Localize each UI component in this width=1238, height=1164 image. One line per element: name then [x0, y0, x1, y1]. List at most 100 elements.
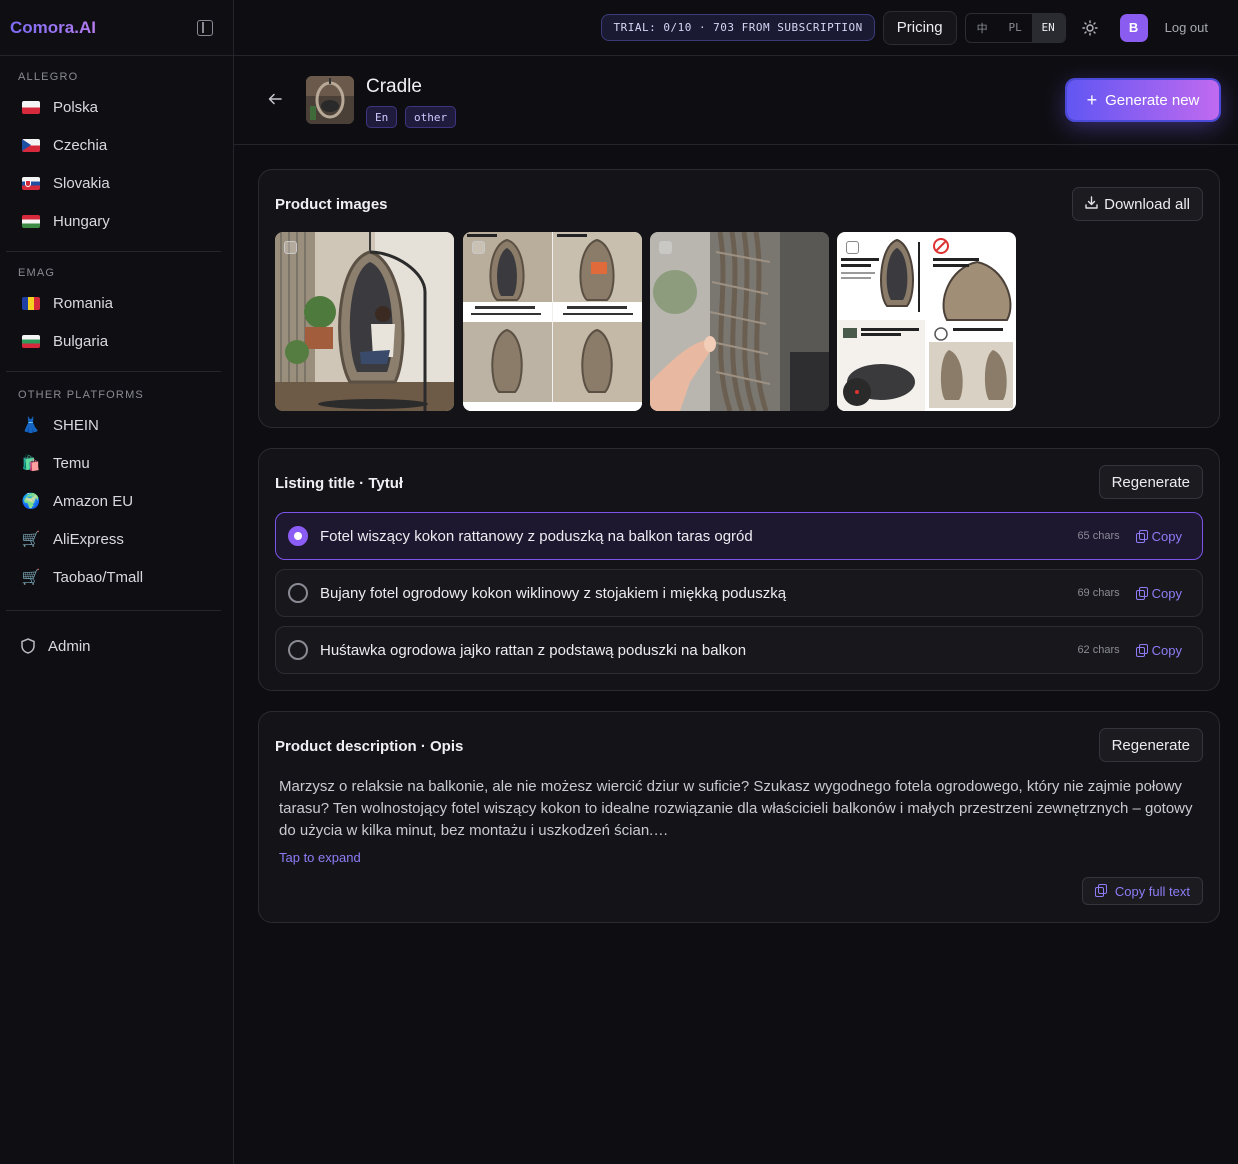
sidebar-item-label: Taobao/Tmall [53, 568, 144, 586]
sidebar-item-polska[interactable]: Polska [0, 88, 233, 126]
description-text: Marzysz o relaksie na balkonie, ale nie … [279, 778, 1193, 839]
lang-pl-button[interactable]: PL [999, 14, 1032, 42]
cart-icon: 🛒 [21, 569, 41, 586]
product-title: Cradle [366, 76, 422, 97]
flag-romania-icon [20, 296, 42, 310]
sidebar-item-amazon-eu[interactable]: 🌍 Amazon EU [0, 482, 233, 520]
copy-full-text-button[interactable]: Copy full text [1081, 877, 1203, 905]
flag-poland-icon [20, 100, 42, 114]
sidebar-item-romania[interactable]: Romania [0, 284, 233, 322]
lang-zh-button[interactable]: 中 [966, 14, 999, 42]
sidebar-item-taobao[interactable]: 🛒 Taobao/Tmall [0, 558, 233, 596]
generate-new-label: Generate new [1105, 91, 1200, 109]
image-select-checkbox[interactable] [659, 241, 672, 254]
product-description-card: Product description · Opis Regenerate Ma… [258, 711, 1220, 923]
product-image-2[interactable] [463, 232, 642, 411]
flag-slovakia-icon [20, 176, 42, 190]
sidebar: Comora.AI ALLEGRO Polska Czechia Slovaki… [0, 0, 234, 1164]
cart-icon: 🛒 [21, 531, 41, 548]
sidebar-item-slovakia[interactable]: Slovakia [0, 164, 233, 202]
logout-link[interactable]: Log out [1165, 20, 1208, 35]
char-count: 62 chars [1077, 644, 1120, 656]
radio-unselected[interactable] [288, 640, 308, 660]
char-count: 65 chars [1077, 530, 1120, 542]
tag-chip-language: En [366, 106, 398, 128]
copy-icon [1135, 643, 1148, 657]
regenerate-title-button[interactable]: Regenerate [1098, 465, 1203, 499]
dress-icon: 👗 [21, 417, 41, 434]
sidebar-item-shein[interactable]: 👗 SHEIN [0, 406, 233, 444]
radio-selected[interactable] [288, 526, 308, 546]
flag-czechia-icon [20, 138, 42, 152]
theme-toggle-icon[interactable] [1081, 19, 1098, 36]
product-image-1[interactable] [275, 232, 454, 411]
download-all-button[interactable]: Download all [1072, 187, 1203, 221]
title-option[interactable]: Huśtawka ogrodowa jajko rattan z podstaw… [275, 626, 1203, 674]
language-switcher: 中 PL EN [964, 12, 1066, 43]
copy-button[interactable]: Copy [1135, 528, 1182, 544]
section-label-emag: EMAG [18, 267, 56, 279]
card-title: Product images [275, 196, 388, 213]
copy-icon [1135, 529, 1148, 543]
tap-to-expand-link[interactable]: Tap to expand [279, 850, 361, 865]
lang-en-button[interactable]: EN [1031, 13, 1065, 42]
shield-icon [20, 638, 36, 654]
sidebar-item-label: Admin [48, 637, 91, 655]
listing-title-card: Listing title · Tytuł Regenerate Fotel w… [258, 448, 1220, 691]
copy-label: Copy [1151, 528, 1182, 544]
copy-button[interactable]: Copy [1135, 642, 1182, 658]
sidebar-item-label: Temu [53, 454, 90, 472]
title-option[interactable]: Fotel wiszący kokon rattanowy z poduszką… [275, 512, 1203, 560]
sidebar-item-label: AliExpress [53, 530, 124, 548]
sidebar-collapse-icon[interactable] [197, 19, 213, 36]
pricing-button[interactable]: Pricing [882, 10, 957, 45]
sidebar-item-label: Bulgaria [53, 332, 109, 350]
image-select-checkbox[interactable] [472, 241, 485, 254]
product-image-3[interactable] [650, 232, 829, 411]
brand-logo[interactable]: Comora.AI [10, 18, 96, 38]
radio-unselected[interactable] [288, 583, 308, 603]
product-thumbnail [306, 76, 354, 124]
title-option-text: Bujany fotel ogrodowy kokon wiklinowy z … [320, 584, 787, 602]
copy-button[interactable]: Copy [1135, 585, 1182, 601]
card-title: Product description · Opis [275, 738, 464, 755]
product-images-card: Product images Download all [258, 169, 1220, 428]
flag-hungary-icon [20, 214, 42, 228]
title-option-text: Fotel wiszący kokon rattanowy z poduszką… [320, 527, 753, 545]
product-header: Cradle En other + Generate new [234, 56, 1238, 145]
product-image-4[interactable] [837, 232, 1016, 411]
image-select-checkbox[interactable] [846, 241, 859, 254]
sidebar-item-label: Slovakia [53, 174, 110, 192]
sidebar-item-hungary[interactable]: Hungary [0, 202, 233, 240]
sidebar-item-label: Romania [53, 294, 114, 312]
sidebar-item-label: Polska [53, 98, 99, 116]
tag-chip-category: other [405, 106, 457, 128]
char-count: 69 chars [1077, 587, 1120, 599]
copy-label: Copy [1151, 642, 1182, 658]
regenerate-description-button[interactable]: Regenerate [1098, 728, 1203, 762]
sidebar-item-temu[interactable]: 🛍️ Temu [0, 444, 233, 482]
section-label-other-platforms: OTHER PLATFORMS [18, 389, 144, 401]
copy-icon [1094, 884, 1107, 897]
image-select-checkbox[interactable] [284, 241, 297, 254]
card-title: Listing title · Tytuł [275, 475, 404, 492]
sidebar-item-admin[interactable]: Admin [0, 627, 233, 665]
download-icon [1085, 195, 1098, 213]
sidebar-item-label: Czechia [53, 136, 108, 154]
flag-bulgaria-icon [20, 334, 42, 348]
topbar: TRIAL: 0/10 · 703 FROM SUBSCRIPTION Pric… [234, 0, 1238, 56]
sidebar-item-bulgaria[interactable]: Bulgaria [0, 322, 233, 360]
sidebar-item-aliexpress[interactable]: 🛒 AliExpress [0, 520, 233, 558]
generate-new-button[interactable]: + Generate new [1067, 80, 1219, 120]
copy-label: Copy [1151, 585, 1182, 601]
sidebar-item-czechia[interactable]: Czechia [0, 126, 233, 164]
trial-badge: TRIAL: 0/10 · 703 FROM SUBSCRIPTION [601, 14, 875, 41]
download-all-label: Download all [1104, 195, 1190, 213]
title-option[interactable]: Bujany fotel ogrodowy kokon wiklinowy z … [275, 569, 1203, 617]
section-label-allegro: ALLEGRO [18, 71, 79, 83]
copy-full-text-label: Copy full text [1114, 883, 1190, 899]
avatar[interactable]: B [1119, 13, 1148, 42]
back-arrow-icon[interactable] [268, 92, 282, 106]
sidebar-item-label: SHEIN [53, 416, 99, 434]
shopping-bags-icon: 🛍️ [21, 455, 41, 472]
